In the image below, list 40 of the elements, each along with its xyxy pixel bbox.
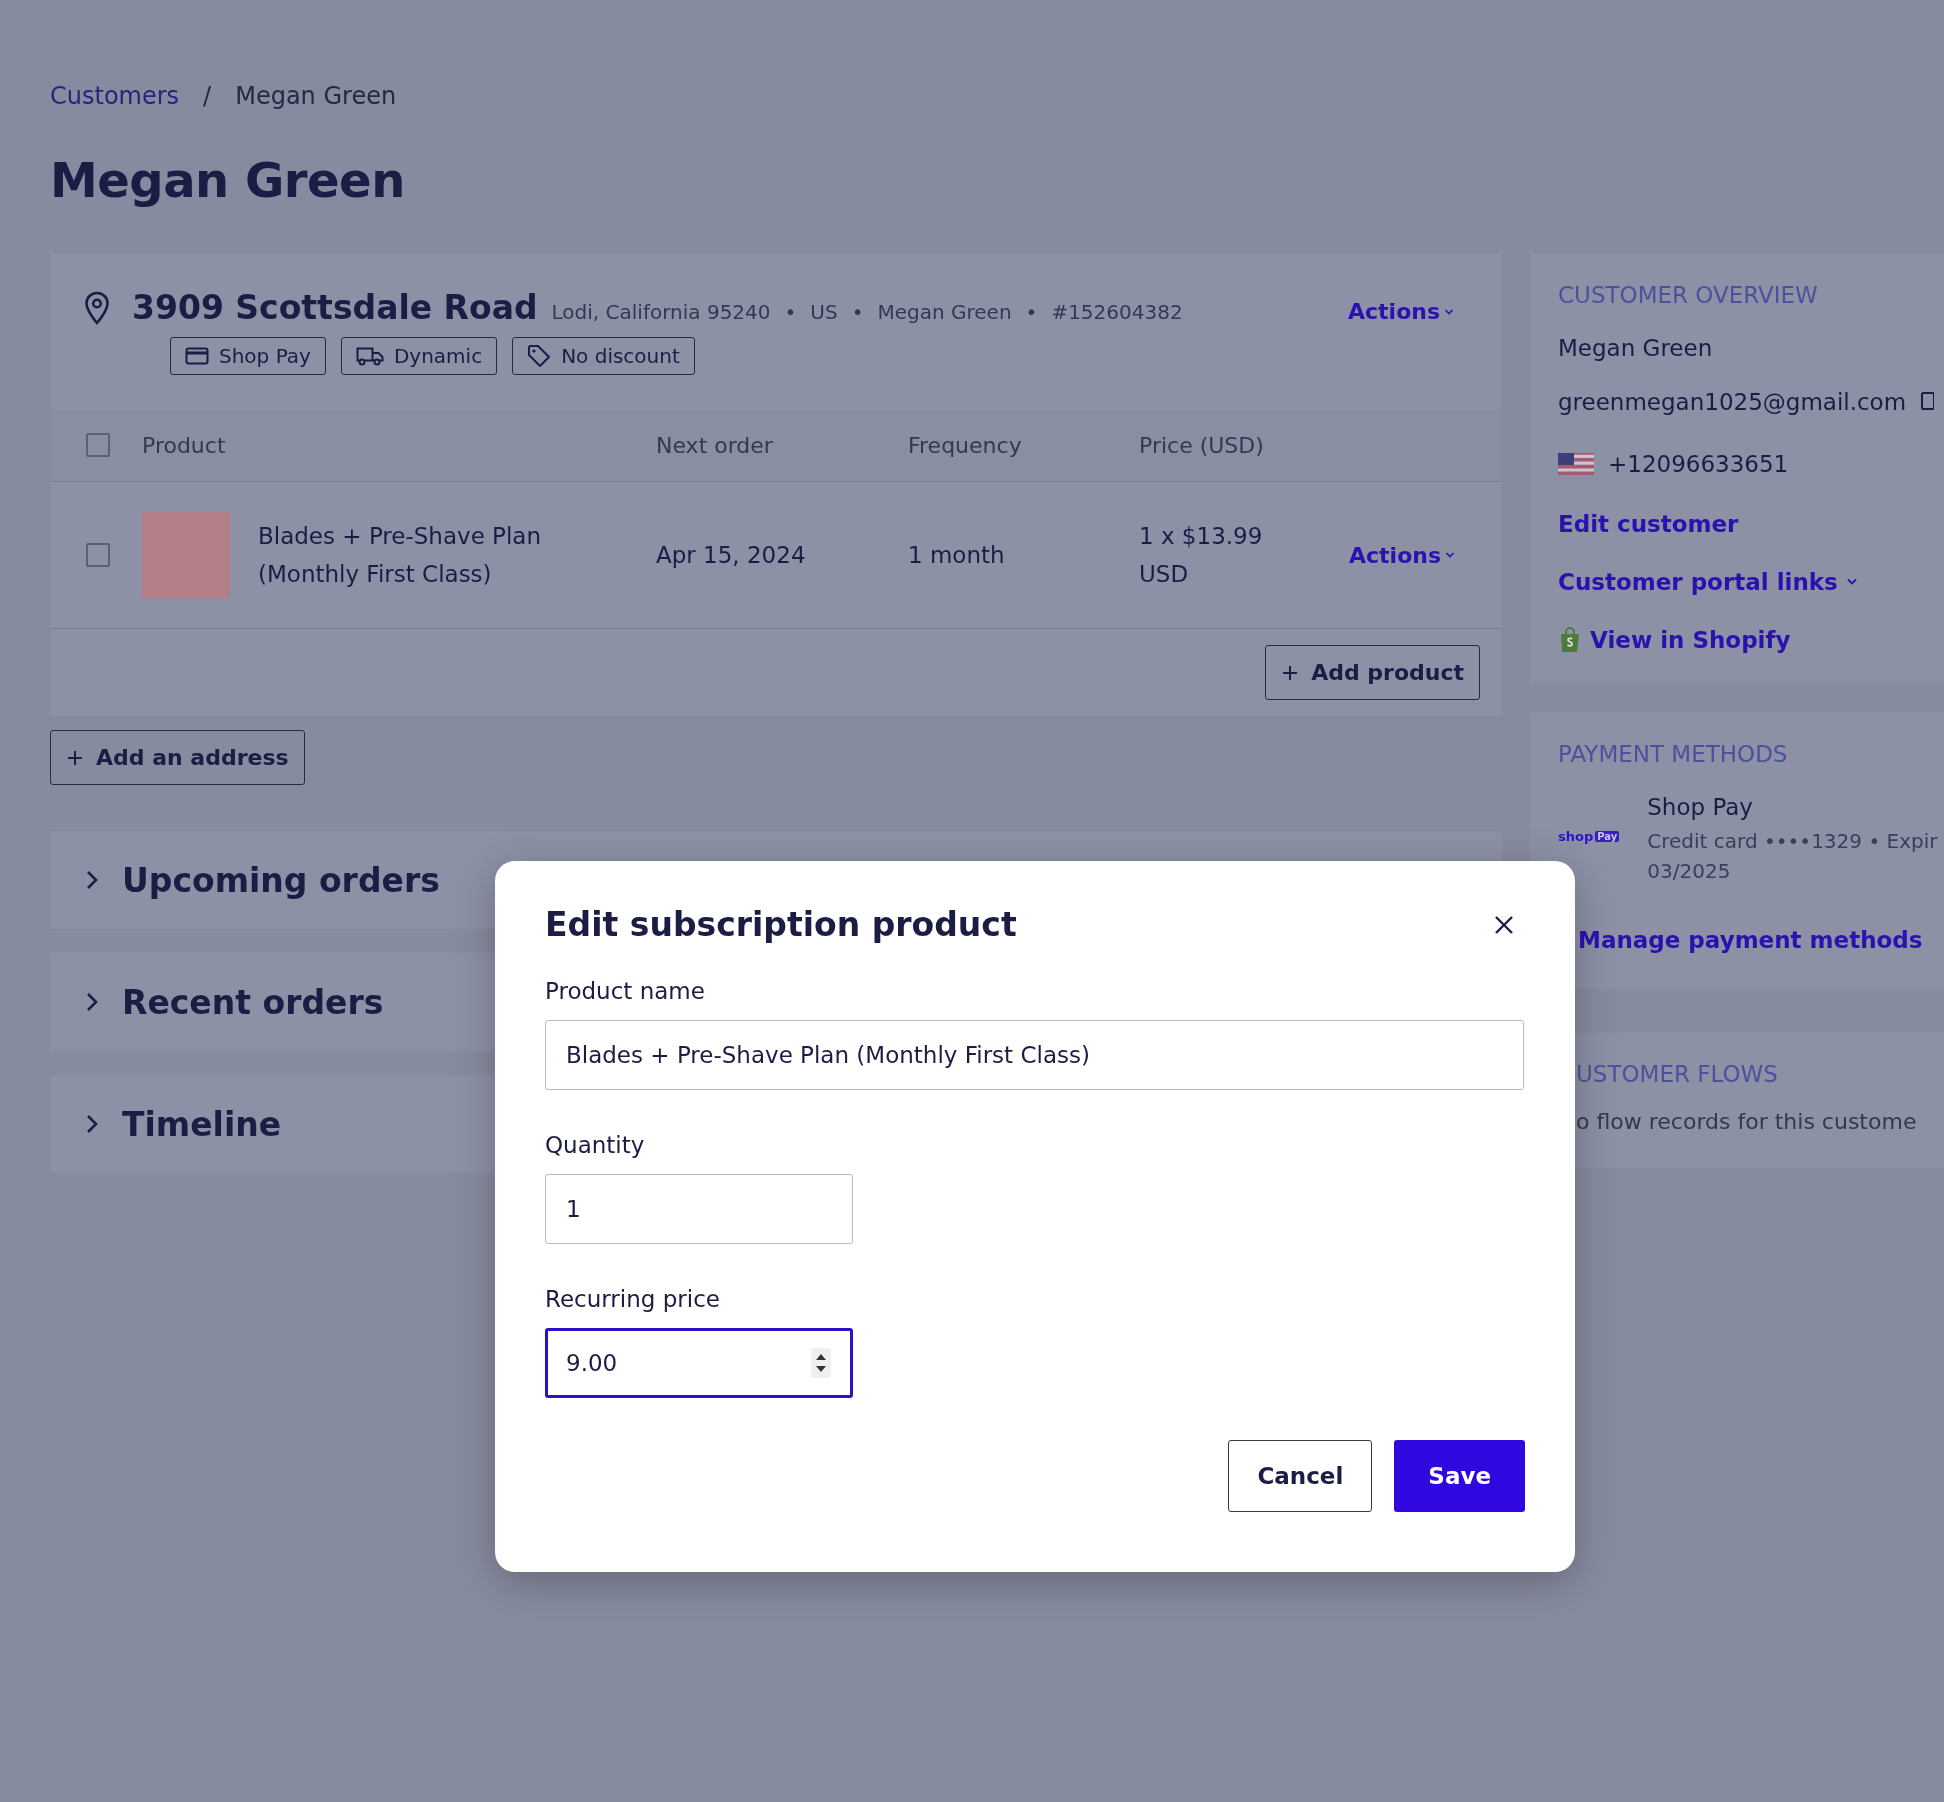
card-expiry: 03/2025 xyxy=(1647,858,1732,883)
column-header: Next order xyxy=(656,432,774,458)
frequency-cell-text: 1 month xyxy=(908,541,1006,570)
card-heading: CUSTOMER OVERVIEW xyxy=(1558,282,1819,308)
tag-label: Shop Pay xyxy=(219,344,311,368)
column-header: Price (USD) xyxy=(1139,432,1265,458)
breadcrumb-separator: / xyxy=(203,82,212,110)
product-name: Blades + Pre-Shave Plan (Monthly First Class) xyxy=(258,522,543,589)
field-label: Recurring price xyxy=(545,1286,721,1312)
page-title: Megan Green xyxy=(50,152,406,208)
address-detail: Megan Green xyxy=(877,300,1012,324)
breadcrumb-current: Megan Green xyxy=(235,82,397,110)
column-header: Frequency xyxy=(908,432,1023,458)
field-label: Quantity xyxy=(545,1132,646,1158)
customer-name: Megan Green xyxy=(1558,334,1714,363)
column-header: Product xyxy=(142,432,227,458)
customer-email: greenmegan1025@gmail.com xyxy=(1558,388,1907,418)
payment-detail: Credit card ••••1329 • Expir xyxy=(1647,828,1938,853)
address-detail: US xyxy=(810,300,838,324)
address-detail: Lodi, California 95240 xyxy=(551,300,771,324)
separator-dot: • xyxy=(784,300,797,324)
address-detail: #152604382 xyxy=(1051,300,1183,324)
shop-pay-logo: shop Pay xyxy=(1558,828,1620,844)
separator-dot: • xyxy=(1025,300,1038,324)
section-title: Timeline xyxy=(122,1104,282,1144)
card-heading: PAYMENT METHODS xyxy=(1558,740,1789,767)
section-title: Recent orders xyxy=(122,982,384,1022)
card-heading: USTOMER FLOWS xyxy=(1576,1060,1779,1087)
payment-method-name: Shop Pay xyxy=(1647,792,1754,822)
price-cell-text: 1 x $13.99 USD xyxy=(1139,522,1264,589)
tag-label: Dynamic xyxy=(393,344,483,368)
dialog-title: Edit subscription product xyxy=(545,905,1017,944)
section-title: Upcoming orders xyxy=(122,860,440,900)
next-order-date: Apr 15, 2024 xyxy=(656,541,807,570)
address-street: 3909 Scottsdale Road xyxy=(132,288,538,327)
field-label: Product name xyxy=(545,978,706,1004)
tag-label: No discount xyxy=(561,344,680,368)
separator-dot: • xyxy=(851,300,864,324)
empty-message: o flow records for this custome xyxy=(1576,1107,1918,1136)
customer-phone: +12096633651 xyxy=(1608,450,1789,480)
